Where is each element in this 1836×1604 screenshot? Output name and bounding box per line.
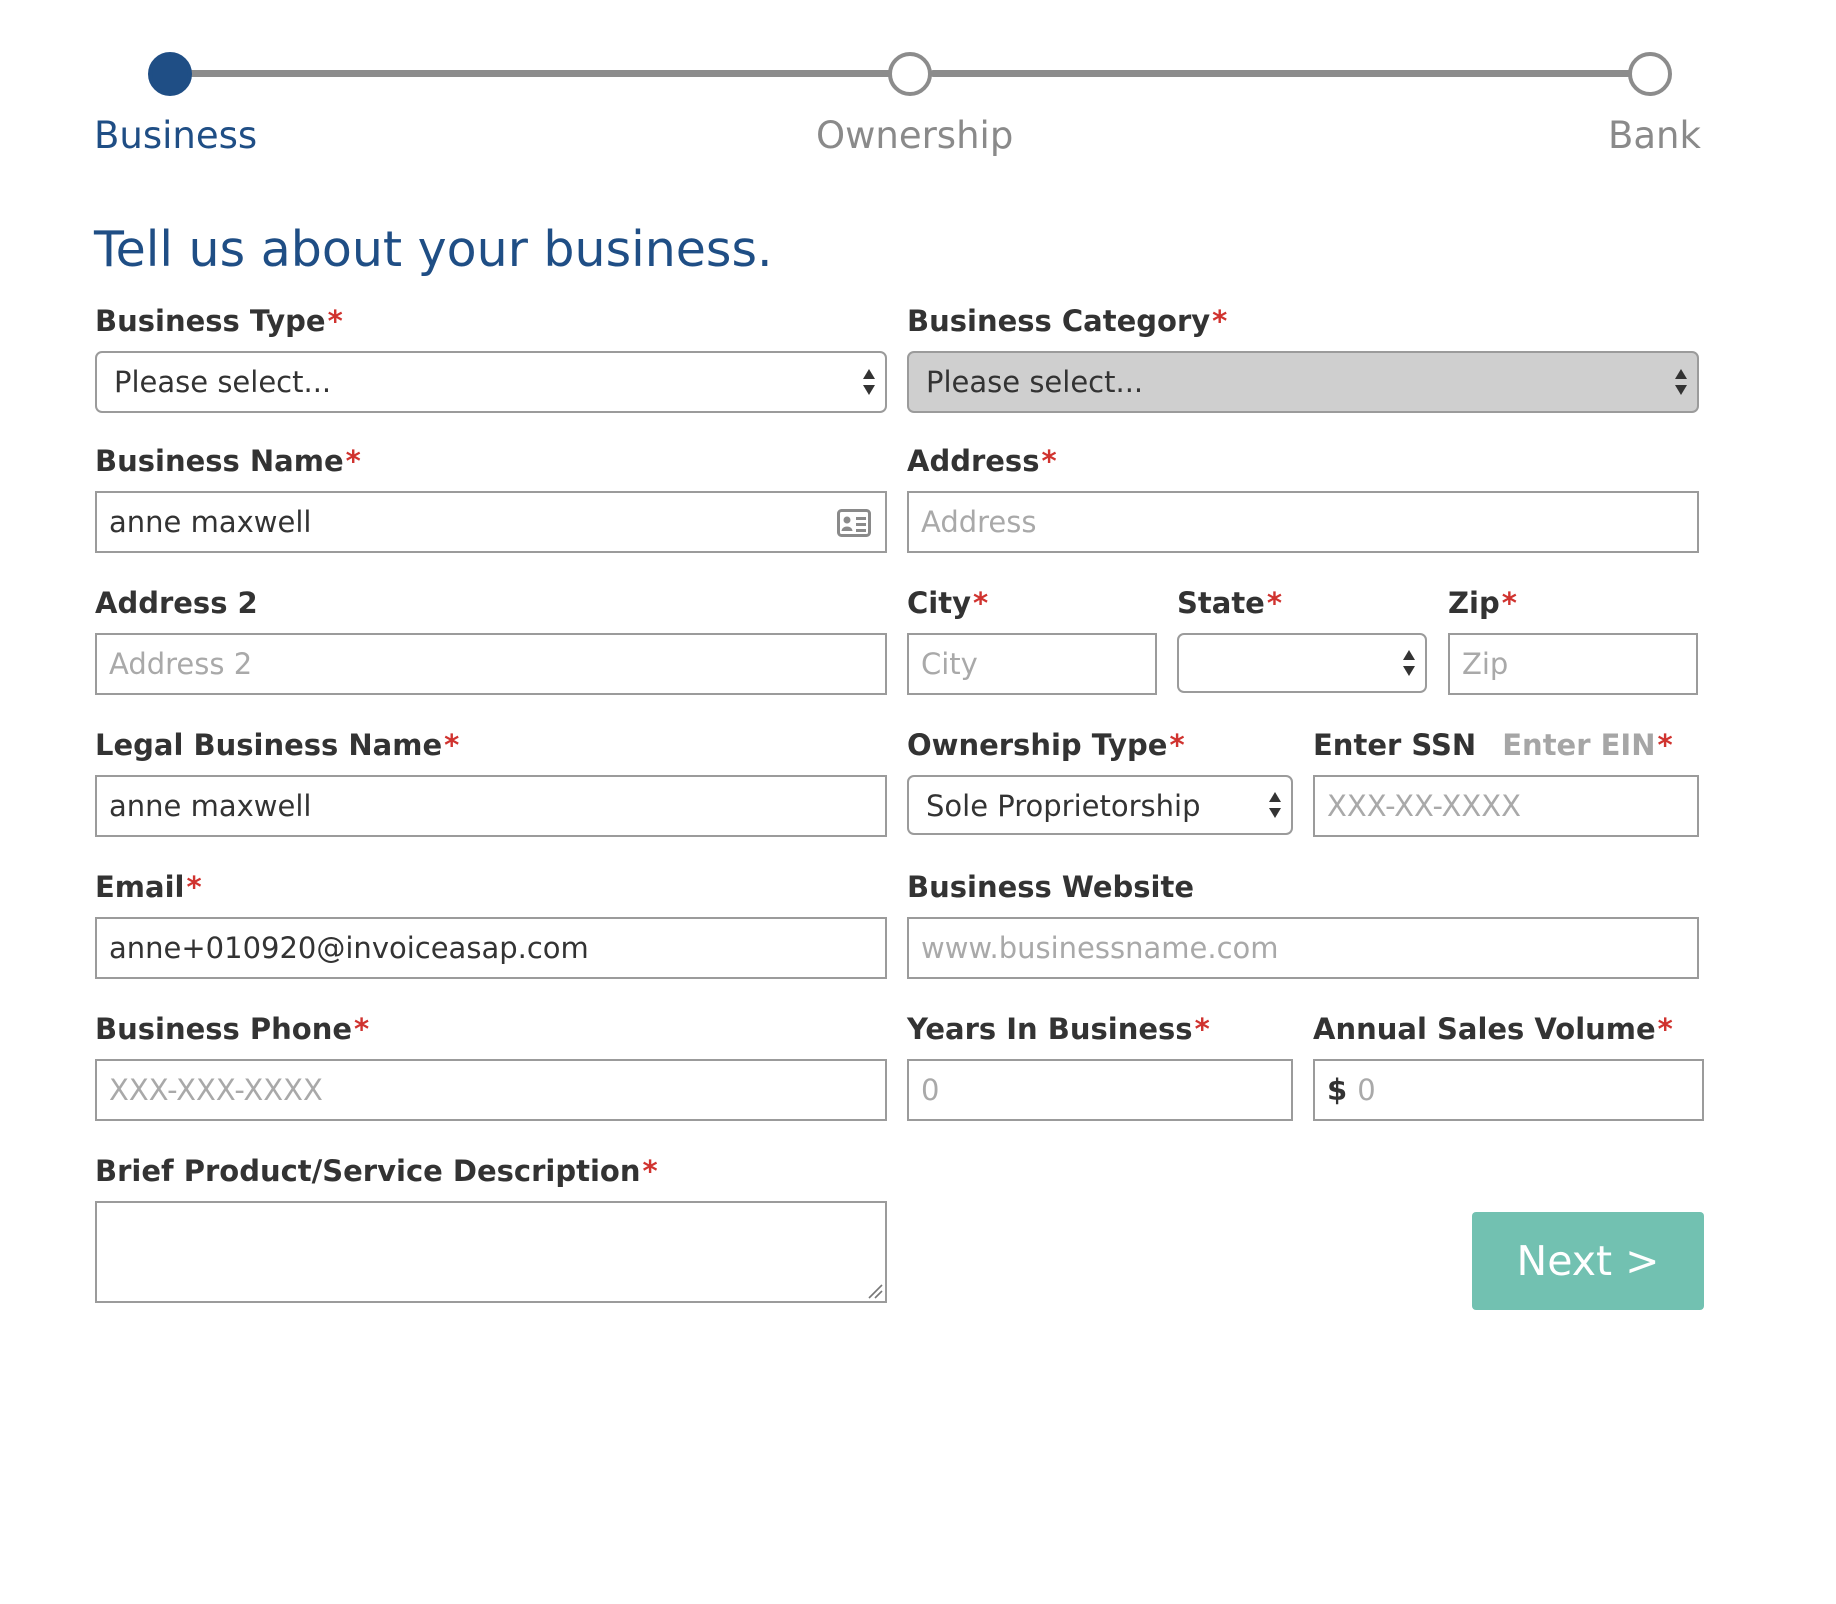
business-category-select: Please select... [907,351,1699,413]
zip-input[interactable]: Zip [1448,633,1698,695]
page-title: Tell us about your business. [94,221,773,278]
business-category-value: Please select... [926,365,1144,399]
tax-id-label: Enter SSN Enter EIN* [1313,725,1673,765]
step-ownership-label[interactable]: Ownership [816,112,1013,160]
email-input[interactable]: anne+010920@invoiceasap.com [95,917,887,979]
tax-id-input[interactable]: XXX-XX-XXXX [1313,775,1699,837]
annual-sales-volume-input[interactable]: $0 [1313,1059,1704,1121]
ownership-type-select[interactable]: Sole Proprietorship [907,775,1293,835]
tax-id-placeholder: XXX-XX-XXXX [1327,789,1521,823]
address2-placeholder: Address 2 [109,647,253,681]
step-ownership-dot[interactable] [888,52,932,96]
required-asterisk: * [186,870,202,904]
business-website-label: Business Website [907,870,1194,904]
city-label: City* [907,586,989,620]
business-phone-label: Business Phone* [95,1012,370,1046]
years-in-business-label: Years In Business* [907,1012,1210,1046]
business-website-input[interactable]: www.businessname.com [907,917,1699,979]
required-asterisk: * [444,728,460,762]
description-label: Brief Product/Service Description* [95,1154,658,1188]
years-in-business-input[interactable]: 0 [907,1059,1293,1121]
enter-ein-toggle[interactable]: Enter EIN [1502,728,1655,762]
step-business-dot[interactable] [148,52,192,96]
address-label: Address* [907,444,1057,478]
business-name-input[interactable]: anne maxwell [95,491,887,553]
required-asterisk: * [642,1154,658,1188]
required-asterisk: * [1169,728,1185,762]
required-asterisk: * [354,1012,370,1046]
required-asterisk: * [345,444,361,478]
state-select[interactable] [1177,633,1427,693]
required-asterisk: * [327,304,343,338]
address2-input[interactable]: Address 2 [95,633,887,695]
select-arrows-icon [1403,650,1415,676]
ownership-type-label: Ownership Type* [907,728,1185,762]
step-bank-label[interactable]: Bank [1608,112,1701,160]
select-arrows-icon [1675,369,1687,395]
next-button[interactable]: Next > [1472,1212,1704,1310]
required-asterisk: * [1657,728,1673,762]
business-website-placeholder: www.businessname.com [921,931,1279,965]
required-asterisk: * [1041,444,1057,478]
required-asterisk: * [973,586,989,620]
required-asterisk: * [1212,304,1228,338]
step-bank-dot[interactable] [1628,52,1672,96]
description-textarea[interactable] [95,1201,887,1303]
years-in-business-placeholder: 0 [921,1073,940,1107]
business-type-value: Please select... [114,365,332,399]
enter-ssn-toggle[interactable]: Enter SSN [1313,728,1476,762]
business-name-label: Business Name* [95,444,361,478]
currency-symbol: $ [1327,1073,1348,1107]
contact-card-icon[interactable] [837,509,871,537]
legal-business-name-label: Legal Business Name* [95,728,460,762]
progress-stepper: Business Ownership Bank [0,0,1836,170]
business-phone-placeholder: XXX-XXX-XXXX [109,1073,323,1107]
required-asterisk: * [1501,586,1517,620]
select-arrows-icon [863,369,875,395]
email-label: Email* [95,870,202,904]
step-connector [930,70,1642,77]
business-name-value: anne maxwell [109,505,312,539]
address-placeholder: Address [921,505,1037,539]
step-connector [188,70,908,77]
zip-placeholder: Zip [1462,647,1509,681]
city-placeholder: City [921,647,978,681]
select-arrows-icon [1269,792,1281,818]
email-value: anne+010920@invoiceasap.com [109,931,589,965]
required-asterisk: * [1657,1012,1673,1046]
step-business-label[interactable]: Business [94,112,257,160]
annual-sales-volume-placeholder: 0 [1357,1073,1376,1107]
legal-business-name-input[interactable]: anne maxwell [95,775,887,837]
resize-grip-icon[interactable] [867,1283,883,1299]
annual-sales-volume-label: Annual Sales Volume* [1313,1012,1673,1046]
business-type-label: Business Type* [95,304,343,338]
legal-business-name-value: anne maxwell [109,789,312,823]
required-asterisk: * [1194,1012,1210,1046]
required-asterisk: * [1266,586,1283,620]
zip-label: Zip* [1448,586,1517,620]
address-input[interactable]: Address [907,491,1699,553]
ownership-type-value: Sole Proprietorship [926,789,1201,823]
business-type-select[interactable]: Please select... [95,351,887,413]
state-label: State* [1177,586,1283,620]
business-category-label: Business Category* [907,304,1228,338]
business-phone-input[interactable]: XXX-XXX-XXXX [95,1059,887,1121]
address2-label: Address 2 [95,586,258,620]
city-input[interactable]: City [907,633,1157,695]
